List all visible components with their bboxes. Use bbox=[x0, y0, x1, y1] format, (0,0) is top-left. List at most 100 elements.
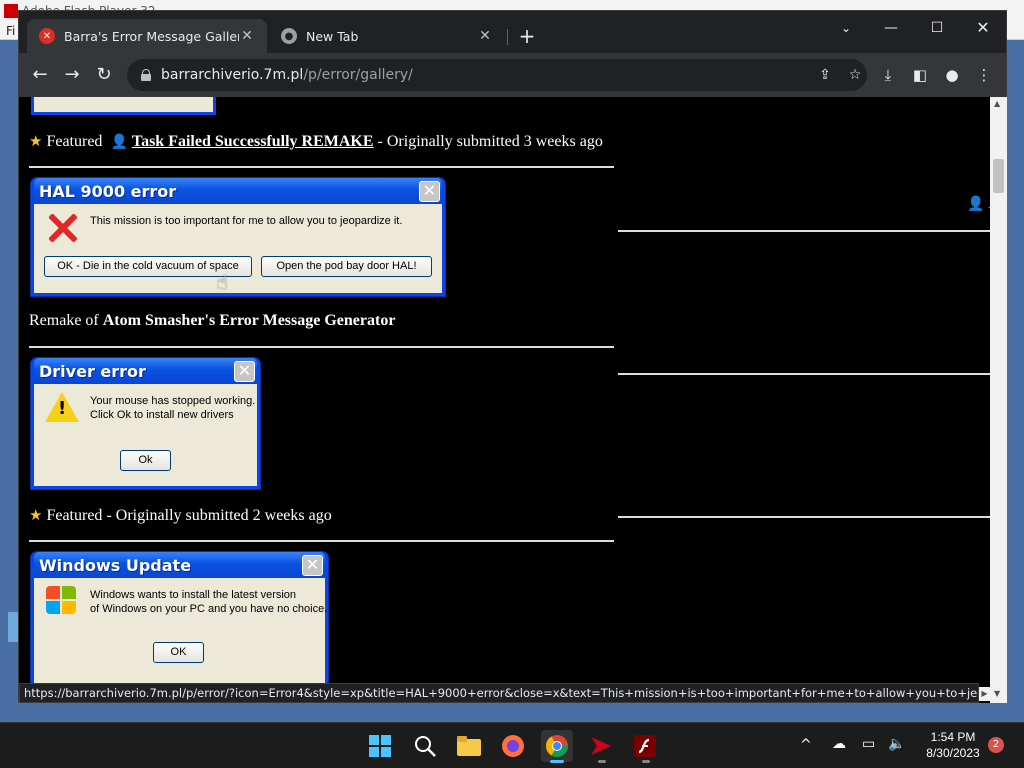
notification-badge[interactable]: 2 bbox=[988, 737, 1004, 753]
url-host: barrarchiverio.7m.pl bbox=[161, 67, 304, 83]
gallery-entry-caption: ★ Featured 👤 Task Failed Successfully REMA… bbox=[29, 132, 603, 151]
background-app-menu[interactable]: Fi bbox=[6, 24, 15, 38]
tray-chevron-icon[interactable]: ^ bbox=[800, 737, 812, 753]
volume-icon[interactable]: 🔈 bbox=[888, 736, 905, 752]
lock-icon[interactable] bbox=[141, 69, 151, 81]
share-icon[interactable]: ⇪ bbox=[815, 65, 835, 85]
browser-toolbar: ← → ↻ barrarchiverio.7m.pl/p/error/galle… bbox=[19, 53, 1006, 97]
taskbar: ^ ☁ ▭ 🔈 1:54 PM 8/30/2023 2 bbox=[0, 722, 1024, 768]
windows-update-dialog[interactable]: Windows Update ✕ Windows wants to instal… bbox=[31, 552, 328, 703]
submitted-text: - Originally submitted 2 weeks ago bbox=[102, 507, 332, 524]
system-clock[interactable]: 1:54 PM 8/30/2023 bbox=[920, 729, 986, 761]
dialog-titlebar: Windows Update ✕ bbox=[34, 552, 325, 578]
browser-window: ✕ Barra's Error Message Gallery ✕ ● New … bbox=[18, 10, 1007, 703]
scroll-right-arrow[interactable]: ▶ bbox=[979, 687, 990, 701]
dialog-message: This mission is too important for me to … bbox=[90, 215, 403, 227]
chrome-taskbar-icon[interactable] bbox=[541, 730, 573, 763]
dialog-message-line2: Click Ok to install new drivers bbox=[90, 409, 234, 421]
scroll-thumb[interactable] bbox=[993, 159, 1004, 193]
remake-of-label: Remake of bbox=[29, 312, 103, 329]
firefox-icon[interactable] bbox=[497, 730, 529, 762]
tab-search-icon[interactable]: ⌄ bbox=[824, 15, 868, 41]
back-icon[interactable]: ← bbox=[28, 63, 52, 87]
entry-title: Atom Smasher's Error Message Generator bbox=[102, 312, 396, 329]
ok-button[interactable]: Ok bbox=[120, 450, 171, 471]
dialog-message-line1: Your mouse has stopped working. bbox=[90, 395, 256, 407]
ok-button[interactable]: OK bbox=[153, 642, 204, 663]
scroll-down-arrow[interactable]: ▼ bbox=[994, 689, 1000, 698]
featured-label: Featured bbox=[46, 133, 103, 150]
active-indicator bbox=[550, 760, 564, 763]
chrome-icon: ● bbox=[281, 28, 297, 44]
forward-icon[interactable]: → bbox=[60, 63, 84, 87]
onedrive-offline-icon[interactable]: ☁ bbox=[832, 736, 846, 752]
previous-dialog-fragment bbox=[31, 97, 216, 115]
divider bbox=[29, 346, 614, 348]
clock-time: 1:54 PM bbox=[930, 730, 976, 744]
running-indicator bbox=[598, 760, 606, 763]
hal-error-dialog[interactable]: HAL 9000 error ✕ This mission is too imp… bbox=[31, 178, 445, 296]
network-icon[interactable]: ▭ bbox=[862, 736, 875, 752]
divider bbox=[618, 516, 990, 518]
link-status-bar: https://barrarchiverio.7m.pl/p/error/?ic… bbox=[19, 683, 979, 703]
featured-star-icon: ★ bbox=[29, 134, 43, 150]
dialog-body: ! Your mouse has stopped working. Click … bbox=[34, 384, 257, 486]
tab-error-gallery[interactable]: ✕ Barra's Error Message Gallery ✕ bbox=[27, 19, 267, 53]
open-pod-bay-button[interactable]: Open the pod bay door HAL! bbox=[261, 256, 432, 277]
driver-error-dialog[interactable]: Driver error ✕ ! Your mouse has stopped … bbox=[31, 358, 260, 489]
hand-cursor-icon: ☝ bbox=[216, 270, 229, 294]
tab-new-tab[interactable]: ● New Tab ✕ bbox=[269, 19, 505, 53]
close-window-button[interactable]: ✕ bbox=[961, 15, 1005, 41]
user-icon: 👤 bbox=[110, 135, 128, 150]
dialog-message-line2: of Windows on your PC and you have no ch… bbox=[90, 603, 328, 615]
profile-icon[interactable]: ● bbox=[942, 65, 962, 85]
windows-start-icon bbox=[369, 735, 391, 757]
featured-label: Featured bbox=[46, 507, 103, 524]
bookmark-star-icon[interactable]: ☆ bbox=[845, 65, 865, 85]
dialog-titlebar: Driver error ✕ bbox=[34, 358, 257, 384]
tab-title: New Tab bbox=[306, 28, 359, 44]
close-icon[interactable]: ✕ bbox=[239, 28, 255, 44]
flash-player-icon[interactable] bbox=[629, 730, 661, 763]
warning-mark: ! bbox=[58, 398, 67, 419]
download-icon[interactable]: ⤓ bbox=[878, 65, 898, 85]
page-content: ★ Featured 👤 Task Failed Successfully REMA… bbox=[19, 97, 990, 703]
minimize-button[interactable]: — bbox=[869, 15, 913, 41]
desktop: Adobe Flash Player 32 Fi ✕ Barra's Error… bbox=[0, 0, 1024, 722]
divider bbox=[29, 166, 614, 168]
app-red-arrow-icon[interactable] bbox=[585, 730, 617, 763]
close-icon[interactable]: ✕ bbox=[234, 360, 255, 382]
dialog-titlebar: HAL 9000 error ✕ bbox=[34, 178, 442, 204]
windows-logo-icon bbox=[46, 586, 78, 616]
scroll-up-arrow[interactable]: ▲ bbox=[994, 99, 1000, 108]
file-explorer-icon[interactable] bbox=[453, 730, 485, 762]
new-tab-button[interactable]: + bbox=[515, 25, 539, 49]
running-indicator bbox=[642, 760, 650, 763]
gallery-entry-caption: Remake of Atom Smasher's Error Message G… bbox=[29, 312, 395, 330]
kebab-menu-icon[interactable]: ⋮ bbox=[974, 65, 994, 85]
maximize-button[interactable]: ☐ bbox=[915, 15, 959, 41]
side-panel-icon[interactable]: ◧ bbox=[910, 65, 930, 85]
tab-strip: ✕ Barra's Error Message Gallery ✕ ● New … bbox=[19, 11, 1006, 53]
divider bbox=[618, 373, 990, 375]
tab-divider bbox=[507, 29, 508, 45]
start-button[interactable] bbox=[364, 730, 396, 762]
entry-title-link[interactable]: Task Failed Successfully REMAKE bbox=[132, 133, 374, 150]
divider bbox=[618, 230, 990, 232]
close-icon[interactable]: ✕ bbox=[302, 554, 323, 576]
flash-icon bbox=[4, 4, 18, 18]
vertical-scrollbar[interactable]: ▲ ▼ bbox=[990, 97, 1007, 703]
clock-date: 8/30/2023 bbox=[926, 746, 980, 760]
search-icon[interactable] bbox=[409, 730, 441, 762]
gallery-entry-caption: ★ Featured - Originally submitted 2 weeks… bbox=[29, 506, 332, 525]
tab-title: Barra's Error Message Gallery bbox=[64, 28, 239, 44]
featured-star-icon: ★ bbox=[29, 508, 43, 524]
error-x-icon bbox=[47, 212, 79, 244]
close-icon[interactable]: ✕ bbox=[419, 180, 440, 202]
close-icon[interactable]: ✕ bbox=[477, 28, 493, 44]
dialog-title: HAL 9000 error bbox=[39, 181, 177, 201]
address-bar[interactable]: barrarchiverio.7m.pl/p/error/gallery/ ⇪ … bbox=[127, 59, 867, 91]
divider bbox=[29, 540, 614, 542]
reload-icon[interactable]: ↻ bbox=[92, 63, 116, 87]
background-window-edge bbox=[8, 612, 18, 642]
